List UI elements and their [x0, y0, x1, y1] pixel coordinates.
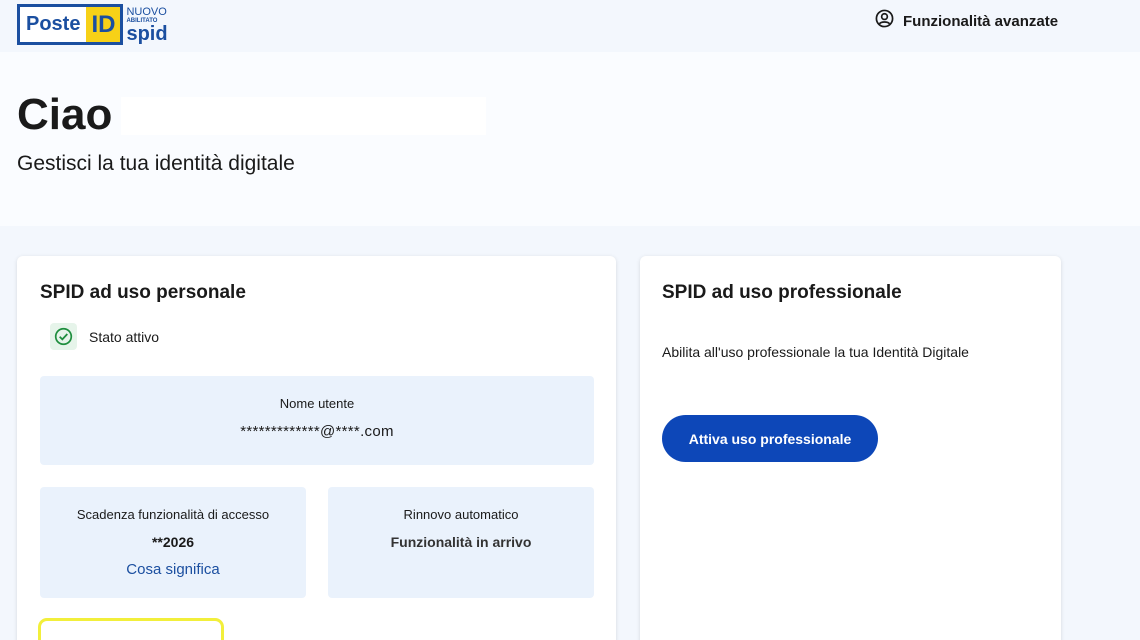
auto-renewal-panel: Rinnovo automatico Funzionalità in arriv… — [328, 487, 594, 598]
logo-spid-block: NUOVO ABILITATO spid — [126, 4, 167, 45]
advanced-features-label: Funzionalità avanzate — [903, 12, 1059, 30]
username-panel: Nome utente *************@****.com — [40, 376, 594, 465]
page-subtitle: Gestisci la tua identità digitale — [17, 152, 295, 175]
username-label: Nome utente — [279, 396, 355, 411]
expiry-label: Scadenza funzionalità di accesso — [76, 507, 270, 522]
professional-description: Abilita all'uso professionale la tua Ide… — [662, 344, 969, 360]
hero-section: Ciao Gestisci la tua identità digitale — [0, 52, 1140, 226]
logo-nuovo-text: NUOVO — [126, 5, 167, 18]
highlighted-link-box[interactable] — [38, 618, 224, 640]
activate-professional-button[interactable]: Attiva uso professionale — [662, 415, 878, 462]
top-bar: Poste ID NUOVO ABILITATO spid Funzionali… — [0, 0, 1140, 52]
auto-renewal-label: Rinnovo automatico — [403, 507, 519, 522]
professional-spid-card: SPID ad uso professionale Abilita all'us… — [640, 256, 1061, 640]
logo-poste-text: Poste — [17, 4, 87, 45]
advanced-features-link[interactable]: Funzionalità avanzate — [875, 9, 1058, 33]
logo-spid-text: spid — [126, 22, 168, 45]
professional-card-title: SPID ad uso professionale — [662, 282, 902, 303]
user-circle-icon — [875, 9, 894, 33]
auto-renewal-value: Funzionalità in arrivo — [390, 534, 532, 550]
personal-card-title: SPID ad uso personale — [40, 282, 246, 303]
status-label: Stato attivo — [89, 328, 160, 345]
check-circle-icon — [50, 323, 77, 350]
what-it-means-link[interactable]: Cosa significa — [40, 561, 306, 578]
username-value: *************@****.com — [240, 423, 394, 440]
redacted-user-name — [121, 97, 486, 135]
logo-id-text: ID — [86, 4, 124, 45]
greeting-title: Ciao — [17, 90, 113, 139]
expiry-date-value: **2026 — [151, 534, 195, 550]
personal-spid-card: SPID ad uso personale Stato attivo Nome … — [17, 256, 616, 640]
expiry-panel: Scadenza funzionalità di accesso **2026 … — [40, 487, 306, 598]
status-badge: Stato attivo — [50, 323, 159, 350]
poste-id-logo[interactable]: Poste ID NUOVO ABILITATO spid — [17, 4, 168, 45]
